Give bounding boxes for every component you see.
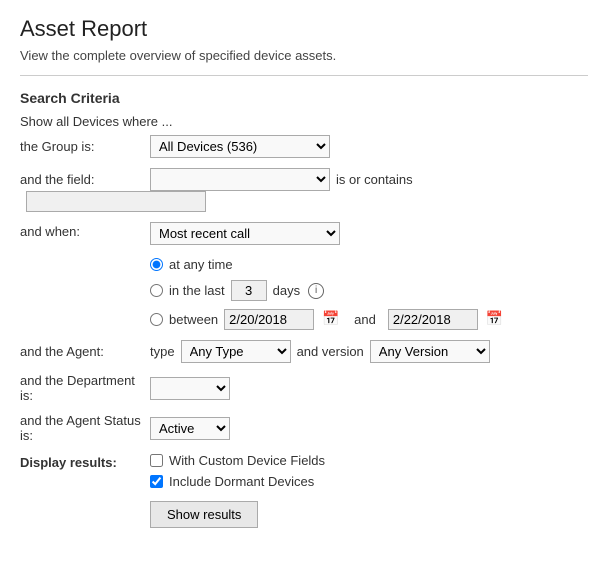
- radio-between[interactable]: [150, 313, 163, 326]
- radio-any-time[interactable]: [150, 258, 163, 271]
- radio-between-label: between: [169, 312, 218, 327]
- contains-input[interactable]: [26, 191, 206, 212]
- when-select[interactable]: Most recent call: [150, 222, 340, 245]
- page-subtitle: View the complete overview of specified …: [20, 48, 588, 63]
- agent-version-select[interactable]: Any Version: [370, 340, 490, 363]
- custom-fields-label: With Custom Device Fields: [169, 453, 325, 468]
- date-and-label: and: [354, 312, 376, 327]
- custom-fields-checkbox[interactable]: [150, 454, 163, 467]
- show-results-button[interactable]: Show results: [150, 501, 258, 528]
- calendar-from-icon[interactable]: 📅: [322, 310, 342, 330]
- radio-last-label: in the last: [169, 283, 225, 298]
- date-to-input[interactable]: [388, 309, 478, 330]
- display-results-label: Display results:: [20, 453, 150, 470]
- status-select[interactable]: Active: [150, 417, 230, 440]
- group-select[interactable]: All Devices (536): [150, 135, 330, 158]
- dept-label: and the Department is:: [20, 373, 150, 403]
- dormant-checkbox[interactable]: [150, 475, 163, 488]
- info-icon: i: [308, 283, 324, 299]
- show-all-label: Show all Devices where ...: [20, 114, 588, 129]
- is-or-contains-label: is or contains: [336, 172, 413, 187]
- status-label: and the Agent Status is:: [20, 413, 150, 443]
- page-title: Asset Report: [20, 16, 588, 42]
- dept-select[interactable]: [150, 377, 230, 400]
- days-label: days: [273, 283, 300, 298]
- field-select[interactable]: [150, 168, 330, 191]
- agent-label: and the Agent:: [20, 344, 150, 359]
- agent-version-prefix: and version: [297, 344, 364, 359]
- agent-type-prefix: type: [150, 344, 175, 359]
- date-from-input[interactable]: [224, 309, 314, 330]
- calendar-to-icon[interactable]: 📅: [486, 310, 506, 330]
- days-input[interactable]: [231, 280, 267, 301]
- dormant-label: Include Dormant Devices: [169, 474, 314, 489]
- radio-any-time-label: at any time: [169, 257, 233, 272]
- radio-last[interactable]: [150, 284, 163, 297]
- when-label: and when:: [20, 222, 150, 239]
- group-label: the Group is:: [20, 139, 150, 154]
- section-title: Search Criteria: [20, 90, 588, 106]
- field-label: and the field:: [20, 172, 150, 187]
- agent-type-select[interactable]: Any Type: [181, 340, 291, 363]
